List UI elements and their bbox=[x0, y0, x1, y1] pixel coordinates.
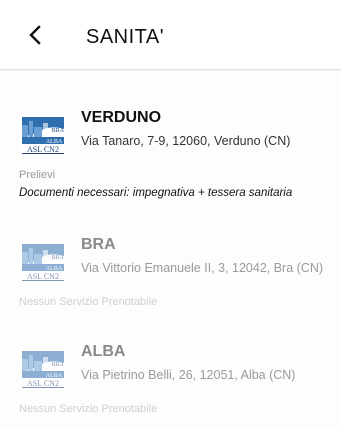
service-label[interactable]: Prelievi bbox=[19, 169, 55, 181]
logo-text-aslcn2: ASL CN2 bbox=[27, 379, 59, 388]
site-header[interactable]: BRA ALBA ASL CN2 ALBA Via Pietrino Belli… bbox=[0, 343, 341, 393]
site-name: ALBA bbox=[81, 343, 126, 360]
site-address: Via Vittorio Emanuele II, 3, 12042, Bra … bbox=[81, 261, 324, 275]
asl-cn2-logo: BRA ALBA ASL CN2 bbox=[20, 349, 66, 389]
logo-text-bra: BRA bbox=[52, 255, 65, 261]
page-title: SANITA' bbox=[86, 26, 165, 48]
service-label: Nessun Servizio Prenotabile bbox=[19, 296, 158, 308]
site-header[interactable]: BRA ALBA ASL CN2 BRA Via Vittorio Emanue… bbox=[0, 236, 341, 286]
logo-text-bra: BRA bbox=[52, 128, 65, 134]
asl-cn2-logo: BRA ALBA ASL CN2 bbox=[20, 115, 66, 155]
site-header[interactable]: BRA ALBA ASL CN2 VERDUNO Via Tanaro, 7-9… bbox=[0, 109, 341, 159]
sites-list: BRA ALBA ASL CN2 VERDUNO Via Tanaro, 7-9… bbox=[0, 71, 341, 427]
asl-cn2-logo: BRA ALBA ASL CN2 bbox=[20, 242, 66, 282]
site-address: Via Pietrino Belli, 26, 12051, Alba (CN) bbox=[81, 368, 296, 382]
site-address: Via Tanaro, 7-9, 12060, Verduno (CN) bbox=[81, 134, 291, 148]
site-name: BRA bbox=[81, 236, 116, 253]
service-label: Nessun Servizio Prenotabile bbox=[19, 403, 158, 415]
app-bar: SANITA' bbox=[0, 0, 341, 70]
back-button[interactable] bbox=[22, 22, 48, 48]
logo-text-aslcn2: ASL CN2 bbox=[27, 272, 59, 281]
chevron-left-icon bbox=[29, 25, 41, 45]
site-name: VERDUNO bbox=[81, 109, 162, 126]
logo-text-bra: BRA bbox=[52, 362, 65, 368]
logo-text-aslcn2: ASL CN2 bbox=[27, 145, 59, 154]
required-documents: Documenti necessari: impegnativa + tesse… bbox=[19, 187, 293, 199]
